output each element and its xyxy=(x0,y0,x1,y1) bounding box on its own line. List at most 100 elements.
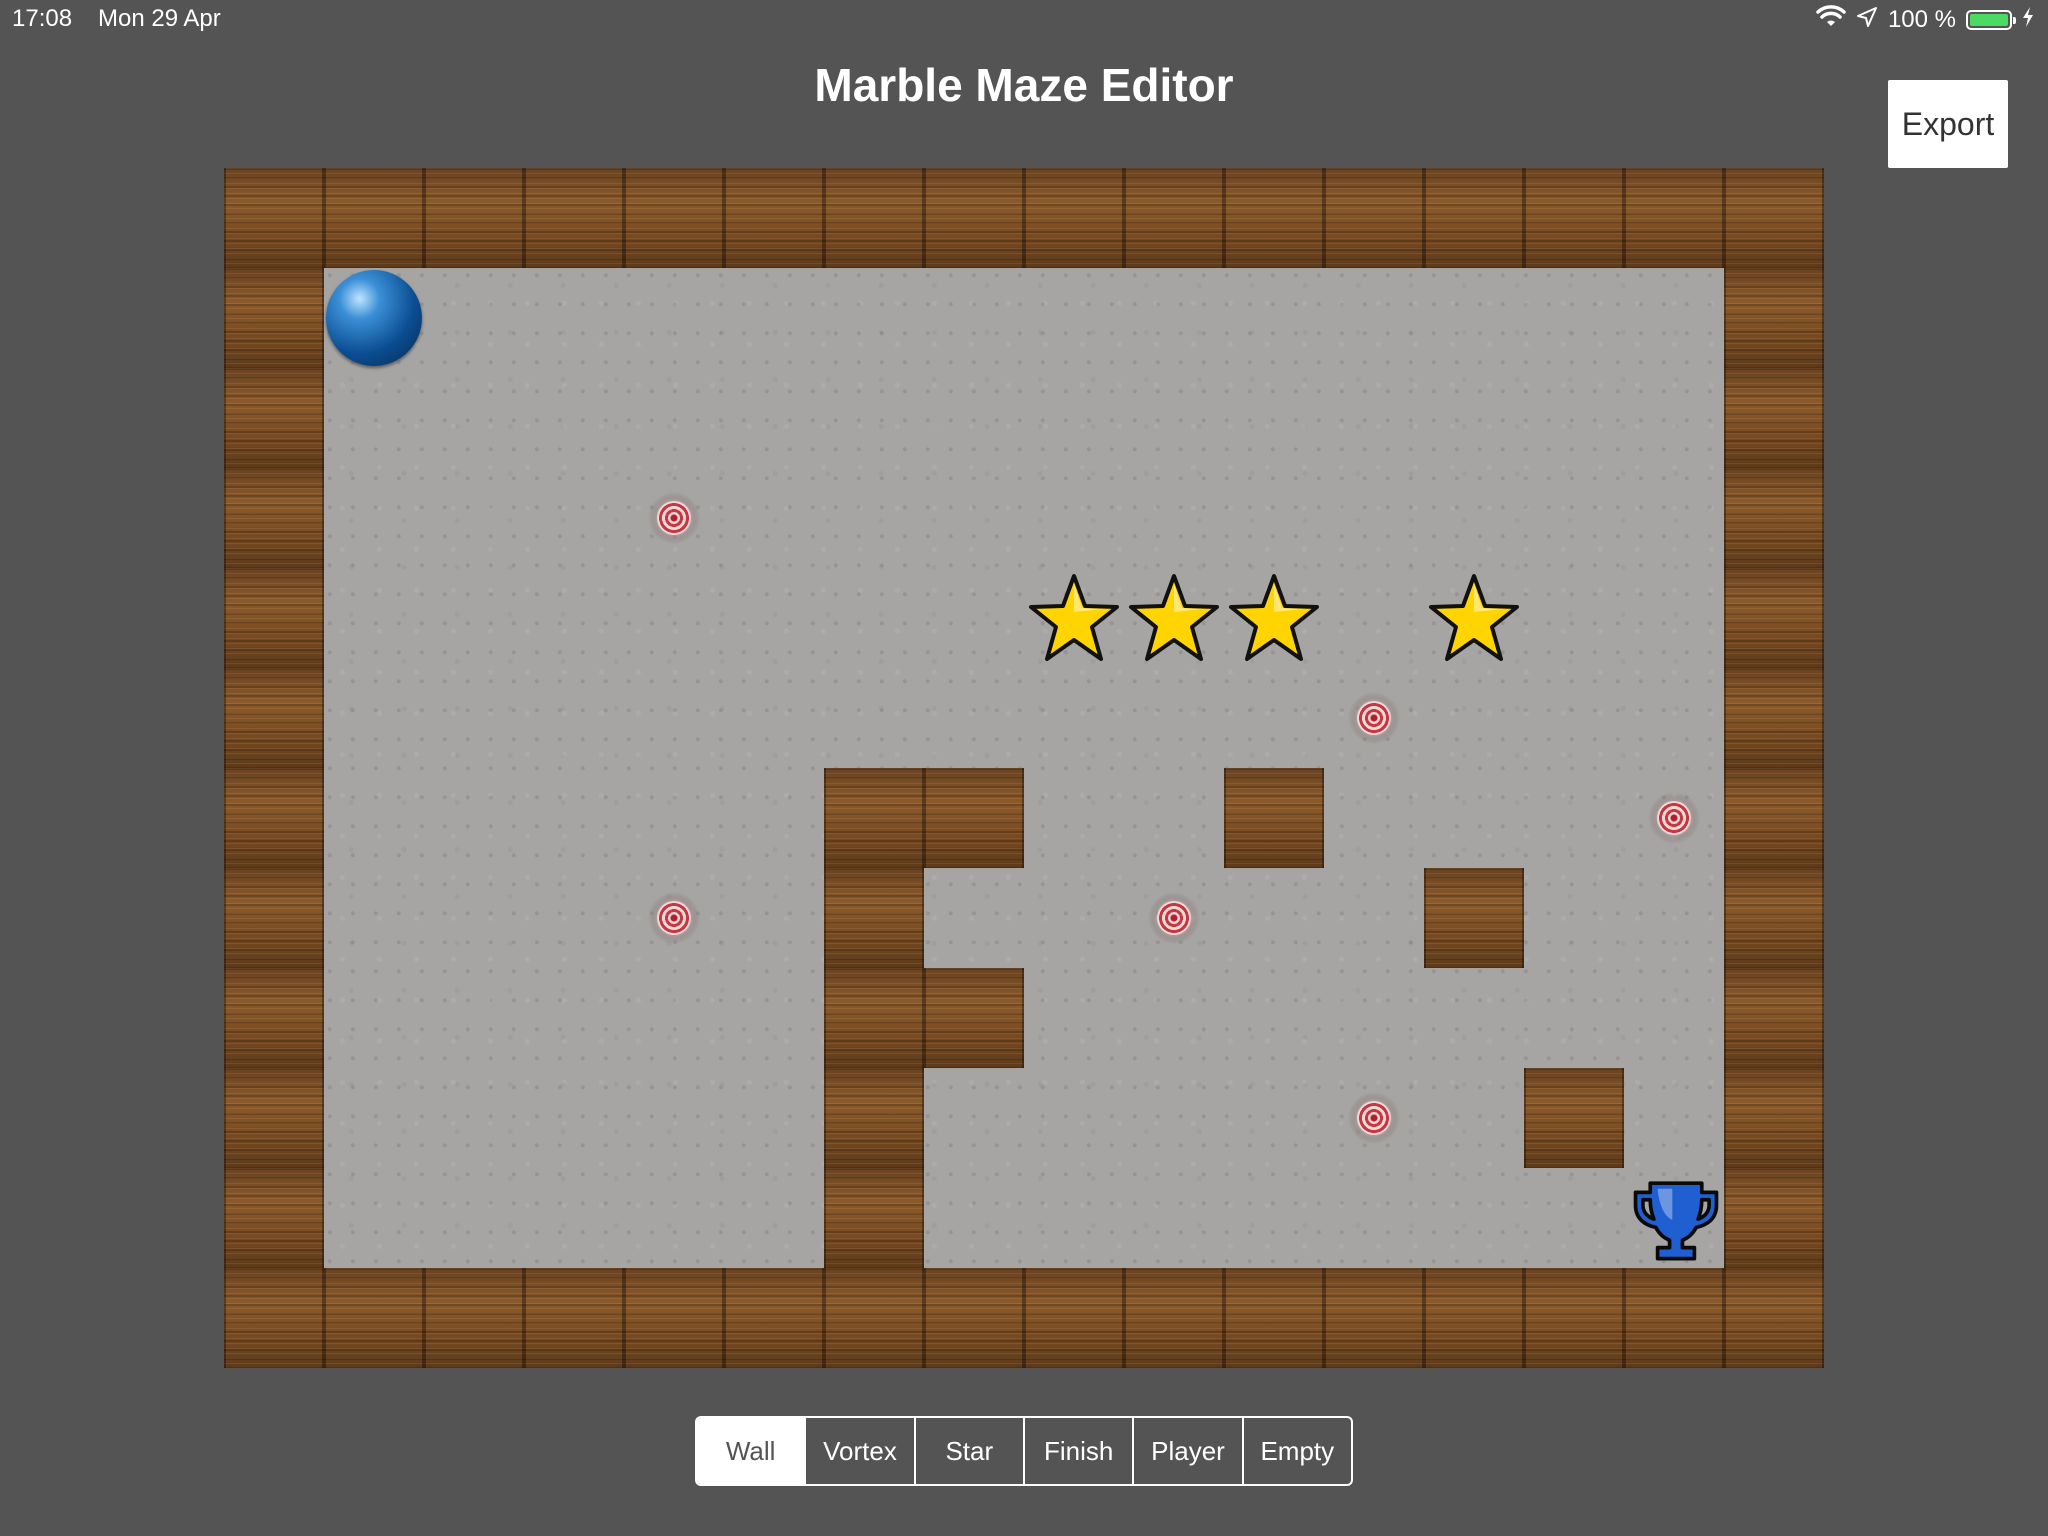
maze-cell-empty[interactable] xyxy=(1524,868,1624,968)
maze-cell-empty[interactable] xyxy=(724,868,824,968)
maze-cell-wall[interactable] xyxy=(1024,168,1124,268)
maze-cell-wall[interactable] xyxy=(1124,1268,1224,1368)
maze-cell-wall[interactable] xyxy=(224,468,324,568)
maze-cell-wall[interactable] xyxy=(1224,168,1324,268)
maze-cell-empty[interactable] xyxy=(924,868,1024,968)
maze-cell-wall[interactable] xyxy=(824,1268,924,1368)
maze-cell-wall[interactable] xyxy=(824,1168,924,1268)
maze-cell-empty[interactable] xyxy=(1524,768,1624,868)
maze-cell-empty[interactable] xyxy=(624,768,724,868)
maze-cell-empty[interactable] xyxy=(724,368,824,468)
maze-cell-empty[interactable] xyxy=(1524,968,1624,1068)
maze-cell-empty[interactable] xyxy=(1624,868,1724,968)
maze-cell-wall[interactable] xyxy=(1724,268,1824,368)
maze-cell-vortex[interactable] xyxy=(624,468,724,568)
maze-cell-empty[interactable] xyxy=(1524,568,1624,668)
maze-cell-wall[interactable] xyxy=(1324,1268,1424,1368)
maze-cell-wall[interactable] xyxy=(524,1268,624,1368)
maze-cell-empty[interactable] xyxy=(1224,668,1324,768)
maze-cell-empty[interactable] xyxy=(1124,1068,1224,1168)
maze-cell-wall[interactable] xyxy=(1524,1268,1624,1368)
maze-cell-empty[interactable] xyxy=(724,568,824,668)
maze-cell-wall[interactable] xyxy=(624,1268,724,1368)
maze-cell-empty[interactable] xyxy=(624,368,724,468)
maze-cell-finish[interactable] xyxy=(1624,1168,1724,1268)
maze-cell-star[interactable] xyxy=(1424,568,1524,668)
maze-cell-wall[interactable] xyxy=(1424,168,1524,268)
maze-cell-empty[interactable] xyxy=(1024,468,1124,568)
maze-board[interactable] xyxy=(224,168,1824,1368)
maze-cell-wall[interactable] xyxy=(324,1268,424,1368)
maze-cell-vortex[interactable] xyxy=(624,868,724,968)
maze-cell-wall[interactable] xyxy=(224,268,324,368)
maze-cell-empty[interactable] xyxy=(1424,1068,1524,1168)
maze-cell-empty[interactable] xyxy=(1224,268,1324,368)
maze-cell-empty[interactable] xyxy=(724,1168,824,1268)
maze-cell-empty[interactable] xyxy=(524,1168,624,1268)
maze-cell-empty[interactable] xyxy=(1424,968,1524,1068)
maze-cell-empty[interactable] xyxy=(1624,568,1724,668)
maze-cell-empty[interactable] xyxy=(1424,1168,1524,1268)
maze-cell-empty[interactable] xyxy=(1024,968,1124,1068)
maze-cell-empty[interactable] xyxy=(1124,368,1224,468)
maze-cell-empty[interactable] xyxy=(924,1168,1024,1268)
maze-cell-empty[interactable] xyxy=(1224,968,1324,1068)
maze-cell-empty[interactable] xyxy=(1124,968,1224,1068)
maze-cell-wall[interactable] xyxy=(1724,1168,1824,1268)
maze-cell-empty[interactable] xyxy=(924,1068,1024,1168)
maze-cell-vortex[interactable] xyxy=(1324,1068,1424,1168)
maze-cell-empty[interactable] xyxy=(1524,468,1624,568)
maze-cell-wall[interactable] xyxy=(924,1268,1024,1368)
maze-cell-empty[interactable] xyxy=(1224,868,1324,968)
maze-cell-wall[interactable] xyxy=(1524,1068,1624,1168)
maze-cell-empty[interactable] xyxy=(424,668,524,768)
maze-cell-empty[interactable] xyxy=(324,1168,424,1268)
maze-cell-empty[interactable] xyxy=(624,668,724,768)
maze-cell-empty[interactable] xyxy=(1424,268,1524,368)
maze-cell-wall[interactable] xyxy=(524,168,624,268)
maze-cell-empty[interactable] xyxy=(1424,468,1524,568)
maze-cell-wall[interactable] xyxy=(1724,1268,1824,1368)
maze-cell-empty[interactable] xyxy=(824,668,924,768)
maze-cell-star[interactable] xyxy=(1124,568,1224,668)
maze-cell-empty[interactable] xyxy=(924,468,1024,568)
maze-cell-empty[interactable] xyxy=(524,468,624,568)
maze-cell-empty[interactable] xyxy=(1024,768,1124,868)
maze-cell-empty[interactable] xyxy=(424,268,524,368)
maze-cell-empty[interactable] xyxy=(1324,968,1424,1068)
maze-cell-empty[interactable] xyxy=(1224,1068,1324,1168)
maze-cell-empty[interactable] xyxy=(424,1068,524,1168)
tool-segment-player[interactable]: Player xyxy=(1134,1418,1244,1484)
maze-cell-wall[interactable] xyxy=(224,968,324,1068)
maze-cell-empty[interactable] xyxy=(424,868,524,968)
maze-cell-empty[interactable] xyxy=(1424,768,1524,868)
maze-cell-wall[interactable] xyxy=(1724,768,1824,868)
maze-cell-empty[interactable] xyxy=(1024,668,1124,768)
maze-cell-wall[interactable] xyxy=(824,168,924,268)
maze-cell-empty[interactable] xyxy=(1424,668,1524,768)
maze-cell-wall[interactable] xyxy=(1724,168,1824,268)
maze-cell-wall[interactable] xyxy=(824,768,924,868)
maze-cell-wall[interactable] xyxy=(1224,768,1324,868)
maze-cell-vortex[interactable] xyxy=(1124,868,1224,968)
maze-cell-empty[interactable] xyxy=(424,1168,524,1268)
maze-cell-empty[interactable] xyxy=(1524,668,1624,768)
maze-cell-empty[interactable] xyxy=(824,268,924,368)
maze-cell-empty[interactable] xyxy=(324,668,424,768)
maze-cell-wall[interactable] xyxy=(224,168,324,268)
maze-cell-wall[interactable] xyxy=(224,1168,324,1268)
maze-cell-vortex[interactable] xyxy=(1624,768,1724,868)
maze-cell-wall[interactable] xyxy=(924,168,1024,268)
maze-cell-empty[interactable] xyxy=(1224,368,1324,468)
maze-cell-empty[interactable] xyxy=(324,1068,424,1168)
maze-cell-empty[interactable] xyxy=(324,568,424,668)
maze-cell-empty[interactable] xyxy=(724,1068,824,1168)
export-button[interactable]: Export xyxy=(1888,80,2008,168)
maze-cell-empty[interactable] xyxy=(1524,368,1624,468)
maze-cell-empty[interactable] xyxy=(924,268,1024,368)
maze-cell-wall[interactable] xyxy=(1724,868,1824,968)
maze-cell-empty[interactable] xyxy=(524,268,624,368)
maze-cell-star[interactable] xyxy=(1224,568,1324,668)
maze-cell-wall[interactable] xyxy=(424,1268,524,1368)
maze-cell-wall[interactable] xyxy=(824,1068,924,1168)
